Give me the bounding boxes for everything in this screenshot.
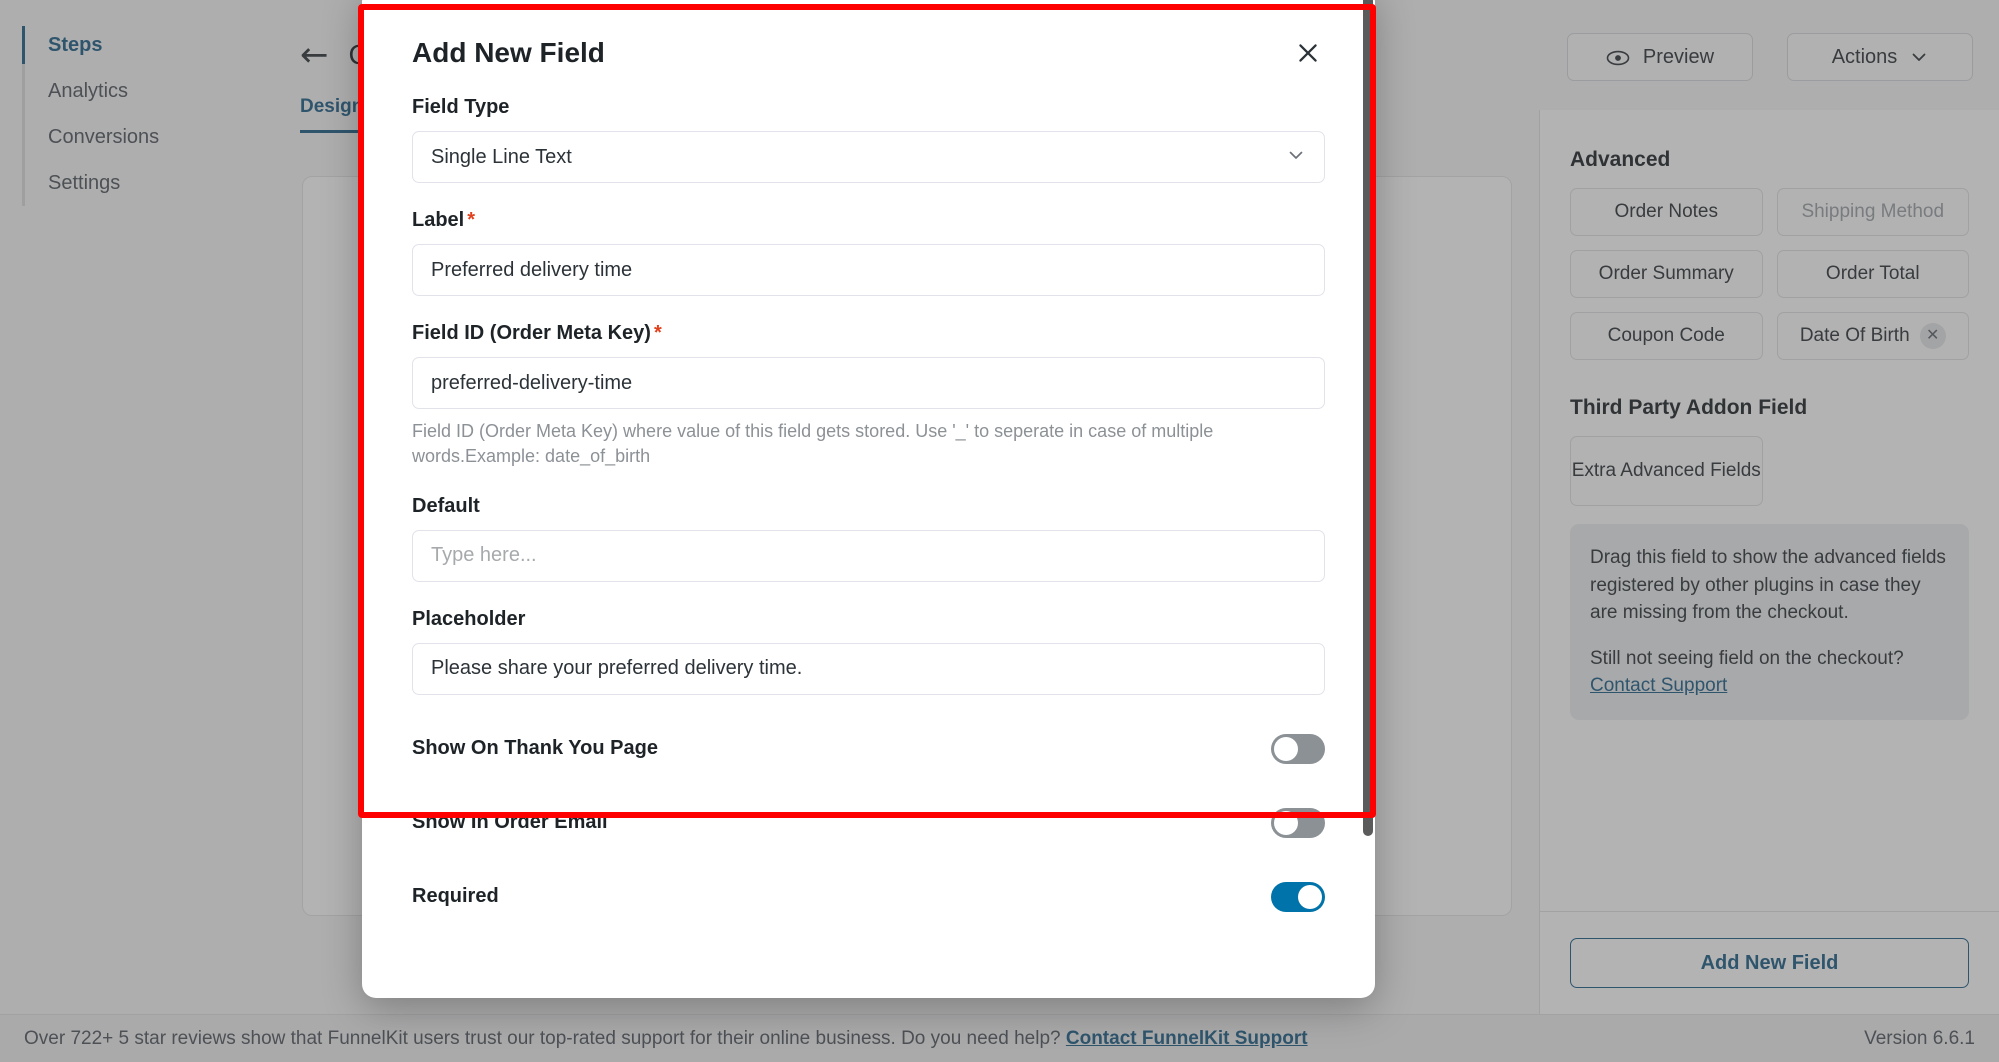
add-new-field-modal: Add New Field Field Type Single Line Tex…	[362, 0, 1375, 998]
modal-scrollbar[interactable]	[1363, 0, 1373, 836]
field-type-value: Single Line Text	[431, 145, 572, 168]
screen-root: Steps Analytics Conversions Settings ← C…	[0, 0, 1999, 1062]
label-text: Label	[412, 209, 465, 231]
toggle-row: Show In Order Email	[412, 795, 1325, 851]
chevron-down-icon	[1286, 145, 1306, 170]
default-input-placeholder: Type here...	[431, 544, 537, 567]
close-icon[interactable]	[1291, 36, 1325, 70]
show-in-order-email-toggle[interactable]	[1271, 807, 1325, 838]
required-label: Required	[412, 885, 499, 908]
label-input-value: Preferred delivery time	[431, 258, 633, 281]
label-text: Field ID (Order Meta Key)	[412, 322, 651, 344]
placeholder-group: Placeholder Please share your preferred …	[412, 608, 1325, 695]
field-type-select[interactable]: Single Line Text	[412, 131, 1325, 183]
required-toggle[interactable]	[1271, 881, 1325, 912]
default-label: Default	[412, 494, 480, 517]
field-id-help-text: Field ID (Order Meta Key) where value of…	[412, 421, 1214, 466]
field-type-label: Field Type	[412, 96, 510, 118]
label-group: Label * Preferred delivery time	[412, 209, 1325, 296]
field-type-group: Field Type Single Line Text	[412, 96, 1325, 183]
placeholder-label: Placeholder	[412, 607, 526, 630]
default-group: Default Type here...	[412, 495, 1325, 582]
toggle-row: Show On Thank You Page	[412, 721, 1325, 777]
required-asterisk: *	[653, 322, 662, 344]
field-id-input-value: preferred-delivery-time	[431, 371, 633, 394]
show-on-thank-you-page-label: Show On Thank You Page	[412, 737, 658, 760]
show-in-order-email-label: Show In Order Email	[412, 811, 608, 834]
default-input[interactable]: Type here...	[412, 529, 1325, 582]
modal-title: Add New Field	[412, 37, 605, 68]
field-id-input[interactable]: preferred-delivery-time	[412, 357, 1325, 409]
placeholder-input-value: Please share your preferred delivery tim…	[431, 657, 803, 680]
show-on-thank-you-page-toggle[interactable]	[1271, 733, 1325, 764]
field-id-label: Field ID (Order Meta Key) *	[412, 322, 1325, 345]
label-field-label: Label *	[412, 209, 1325, 232]
field-id-group: Field ID (Order Meta Key) * preferred-del…	[412, 322, 1325, 469]
label-input[interactable]: Preferred delivery time	[412, 244, 1325, 296]
modal-body: Add New Field Field Type Single Line Tex…	[362, 0, 1375, 998]
required-asterisk: *	[467, 209, 476, 231]
toggle-row: Required	[412, 869, 1325, 925]
modal-header: Add New Field	[412, 16, 1325, 96]
placeholder-input[interactable]: Please share your preferred delivery tim…	[412, 642, 1325, 695]
